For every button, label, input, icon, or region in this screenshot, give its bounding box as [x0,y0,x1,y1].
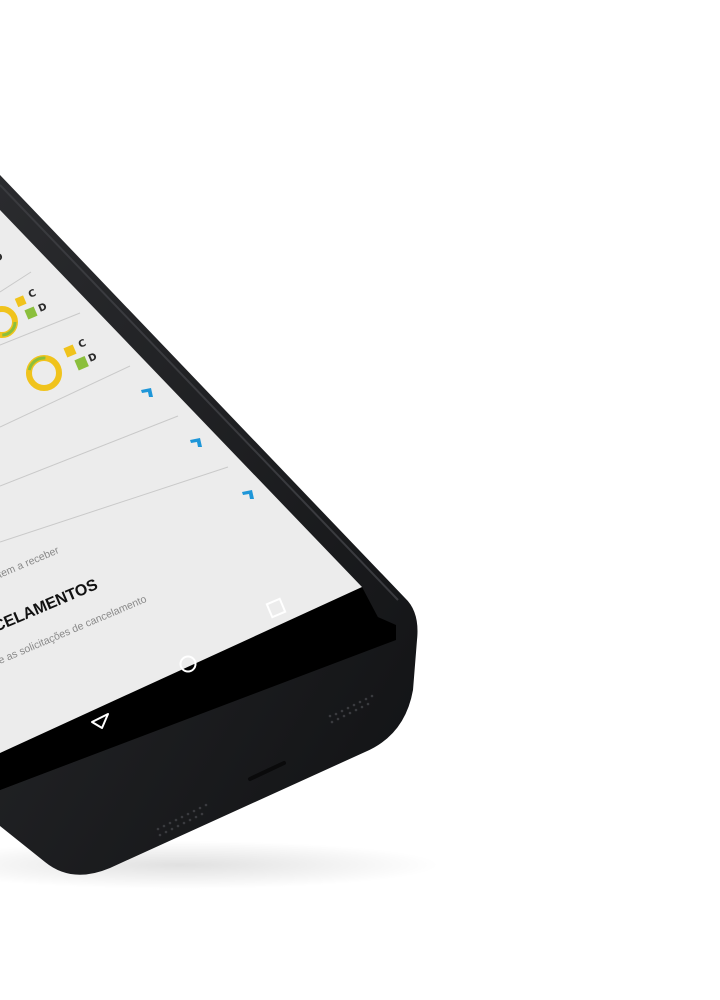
phone-scene: D C D C D tem a receber CELAMENTOS e as … [0,175,440,889]
